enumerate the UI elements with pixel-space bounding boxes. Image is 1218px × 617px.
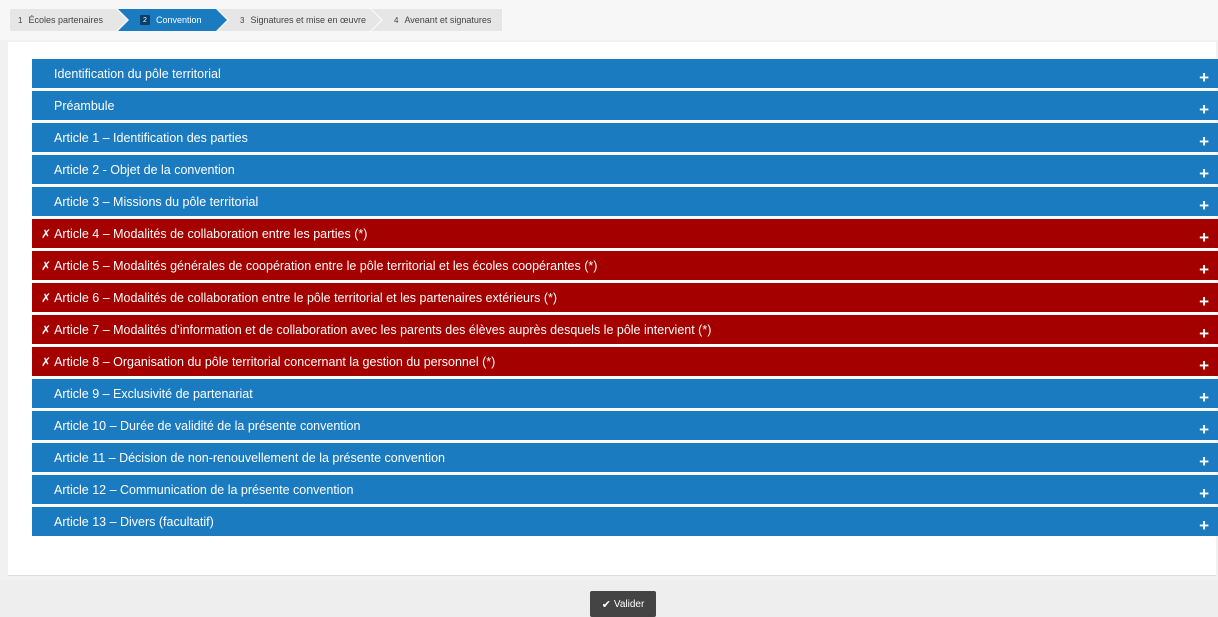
accordion-row-label: Préambule [54, 98, 115, 113]
expand-plus-icon[interactable]: + [1199, 485, 1209, 502]
step-label: Convention [156, 15, 202, 25]
accordion-row-label: Identification du pôle territorial [54, 66, 221, 81]
step-label: Avenant et signatures [404, 15, 492, 25]
expand-plus-icon[interactable]: + [1199, 133, 1209, 150]
step-number: 3 [240, 15, 245, 25]
accordion-row-label: Article 1 – Identification des parties [54, 130, 248, 145]
error-cross-icon: ✗ [41, 258, 52, 273]
accordion-row[interactable]: ✗ Article 7 – Modalités d’information et … [32, 315, 1218, 344]
step-convention[interactable]: 2 Convention [118, 9, 227, 31]
expand-plus-icon[interactable]: + [1199, 69, 1209, 86]
expand-plus-icon[interactable]: + [1199, 101, 1209, 118]
accordion-row-header: Identification du pôle territorial [54, 67, 221, 81]
accordion-row-header: Article 3 – Missions du pôle territorial [54, 195, 258, 209]
step-label: Écoles partenaires [28, 15, 103, 25]
footer-bar: ✔ Valider [0, 580, 1218, 617]
accordion-row-header: ✗ Article 6 – Modalités de collaboration … [41, 291, 557, 305]
accordion-row-label: Article 8 – Organisation du pôle territo… [54, 354, 496, 369]
accordion-row-header: Article 13 – Divers (facultatif) [54, 515, 214, 529]
accordion-row[interactable]: ✗ Article 4 – Modalités de collaboration … [32, 219, 1218, 248]
accordion-row-header: Article 10 – Durée de validité de la pré… [54, 419, 360, 433]
accordion-row[interactable]: Préambule + [32, 91, 1218, 120]
expand-plus-icon[interactable]: + [1199, 389, 1209, 406]
step-number: 1 [18, 15, 23, 25]
accordion-row-label: Article 12 – Communication de la présent… [54, 482, 354, 497]
step-signatures-mise-en-oeuvre[interactable]: 3 Signatures et mise en œuvre [218, 9, 381, 31]
accordion-row-label: Article 3 – Missions du pôle territorial [54, 194, 259, 209]
error-cross-icon: ✗ [41, 322, 52, 337]
accordion-row-label: Article 11 – Décision de non-renouvellem… [54, 450, 445, 465]
convention-panel: Identification du pôle territorial + Préam… [8, 42, 1218, 576]
step-number: 4 [394, 15, 399, 25]
expand-plus-icon[interactable]: + [1199, 165, 1209, 182]
accordion-row-header: Article 1 – Identification des parties [54, 131, 248, 145]
accordion-row-header: ✗ Article 5 – Modalités générales de coop… [41, 259, 597, 273]
wizard-stepper: 1 Écoles partenaires 2 Convention 3 Sign… [0, 0, 1218, 40]
accordion-row-label: Article 2 - Objet de la convention [54, 162, 235, 177]
accordion-row-header: ✗ Article 7 – Modalités d’information et … [41, 323, 711, 337]
accordion-row-label: Article 5 – Modalités générales de coopé… [54, 258, 598, 273]
accordion-row[interactable]: ✗ Article 8 – Organisation du pôle territ… [32, 347, 1218, 376]
wizard-steps: 1 Écoles partenaires 2 Convention 3 Sign… [10, 9, 504, 31]
expand-plus-icon[interactable]: + [1199, 293, 1209, 310]
error-cross-icon: ✗ [41, 226, 52, 241]
accordion-row-label: Article 10 – Durée de validité de la pré… [54, 418, 361, 433]
accordion-row[interactable]: Article 9 – Exclusivité de partenariat + [32, 379, 1218, 408]
accordion-row[interactable]: Identification du pôle territorial + [32, 59, 1218, 88]
accordion-row[interactable]: ✗ Article 5 – Modalités générales de coop… [32, 251, 1218, 280]
expand-plus-icon[interactable]: + [1199, 421, 1209, 438]
error-cross-icon: ✗ [41, 354, 52, 369]
accordion-row[interactable]: Article 1 – Identification des parties + [32, 123, 1218, 152]
accordion-row[interactable]: Article 2 - Objet de la convention + [32, 155, 1218, 184]
accordion-row[interactable]: Article 3 – Missions du pôle territorial… [32, 187, 1218, 216]
expand-plus-icon[interactable]: + [1199, 197, 1209, 214]
accordion-row-label: Article 6 – Modalités de collaboration e… [54, 290, 558, 305]
accordion-row-label: Article 4 – Modalités de collaboration e… [54, 226, 368, 241]
accordion-row-header: ✗ Article 4 – Modalités de collaboration … [41, 227, 367, 241]
accordion-row[interactable]: ✗ Article 6 – Modalités de collaboration … [32, 283, 1218, 312]
accordion-row-header: Article 11 – Décision de non-renouvellem… [54, 451, 445, 465]
accordion-row-header: ✗ Article 8 – Organisation du pôle territ… [41, 355, 495, 369]
expand-plus-icon[interactable]: + [1199, 325, 1209, 342]
accordion-row-label: Article 13 – Divers (facultatif) [54, 514, 214, 529]
accordion-row[interactable]: Article 11 – Décision de non-renouvellem… [32, 443, 1218, 472]
step-avenant-signatures[interactable]: 4 Avenant et signatures [372, 9, 502, 31]
step-ecoles-partenaires[interactable]: 1 Écoles partenaires [10, 9, 127, 31]
accordion-row[interactable]: Article 13 – Divers (facultatif) + [32, 507, 1218, 536]
accordion-row-header: Article 12 – Communication de la présent… [54, 483, 353, 497]
articles-accordion: Identification du pôle territorial + Préam… [32, 59, 1218, 539]
expand-plus-icon[interactable]: + [1199, 517, 1209, 534]
accordion-row-label: Article 9 – Exclusivité de partenariat [54, 386, 253, 401]
validate-label: Valider [613, 598, 645, 610]
accordion-row-header: Préambule [54, 99, 114, 113]
check-icon: ✔ [601, 598, 611, 611]
accordion-row[interactable]: Article 12 – Communication de la présent… [32, 475, 1218, 504]
error-cross-icon: ✗ [41, 290, 52, 305]
expand-plus-icon[interactable]: + [1199, 261, 1209, 278]
step-label: Signatures et mise en œuvre [250, 15, 367, 25]
step-number: 2 [140, 15, 150, 25]
expand-plus-icon[interactable]: + [1199, 357, 1209, 374]
expand-plus-icon[interactable]: + [1199, 229, 1209, 246]
accordion-row[interactable]: Article 10 – Durée de validité de la pré… [32, 411, 1218, 440]
validate-button[interactable]: ✔ Valider [590, 591, 656, 617]
accordion-row-header: Article 2 - Objet de la convention [54, 163, 235, 177]
accordion-row-label: Article 7 – Modalités d’information et d… [54, 322, 712, 337]
expand-plus-icon[interactable]: + [1199, 453, 1209, 470]
accordion-row-header: Article 9 – Exclusivité de partenariat [54, 387, 253, 401]
